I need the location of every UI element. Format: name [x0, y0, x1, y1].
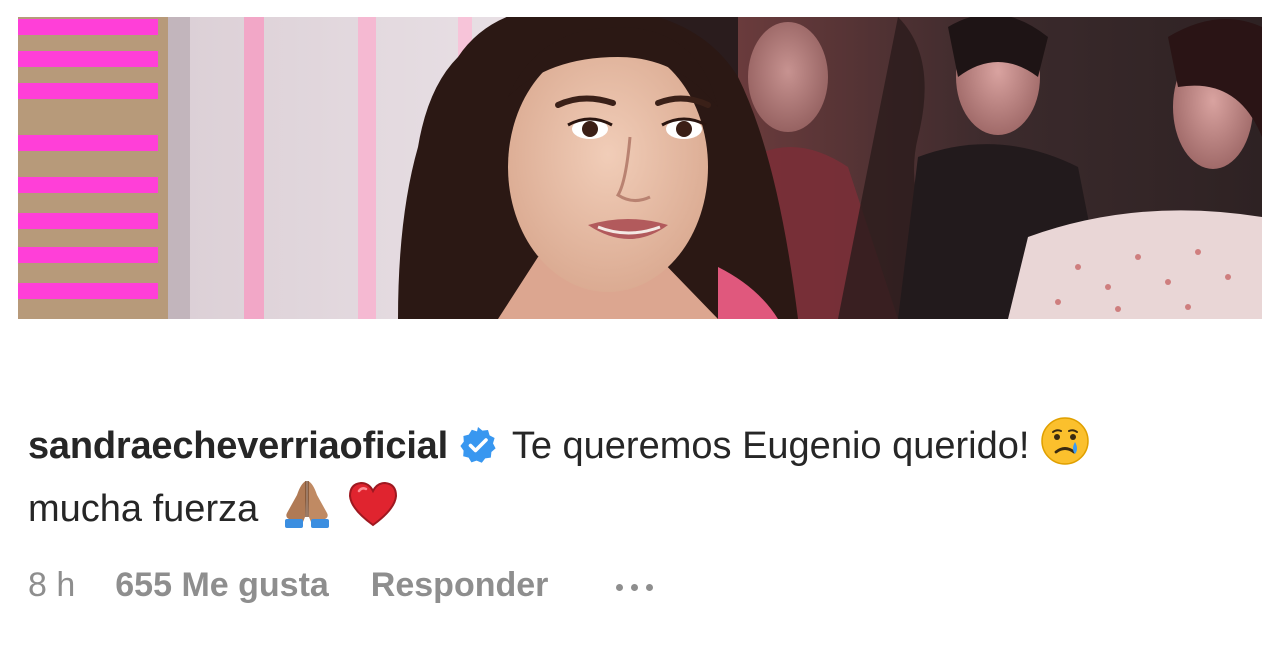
folded-hands-icon	[279, 477, 335, 529]
comment-timestamp: 8 h	[28, 565, 76, 604]
post-photo-illustration	[18, 17, 1262, 319]
reply-button[interactable]: Responder	[371, 566, 549, 605]
verified-badge-icon	[458, 423, 498, 463]
comment-likes-count[interactable]: 655 Me gusta	[115, 566, 329, 605]
red-heart-icon	[347, 479, 399, 529]
more-options-icon[interactable]	[616, 580, 654, 591]
post-photo	[18, 17, 1262, 319]
comment-meta: 8 h 655 Me gusta Responder	[28, 562, 654, 608]
comment: sandraecheverriaoficial Te queremos Euge…	[28, 416, 1260, 540]
comment-text-line2: mucha fuerza	[28, 488, 259, 530]
comment-username[interactable]: sandraecheverriaoficial	[28, 425, 448, 467]
comment-text-line1: Te queremos Eugenio querido!	[511, 425, 1030, 467]
crying-face-icon	[1040, 416, 1090, 466]
